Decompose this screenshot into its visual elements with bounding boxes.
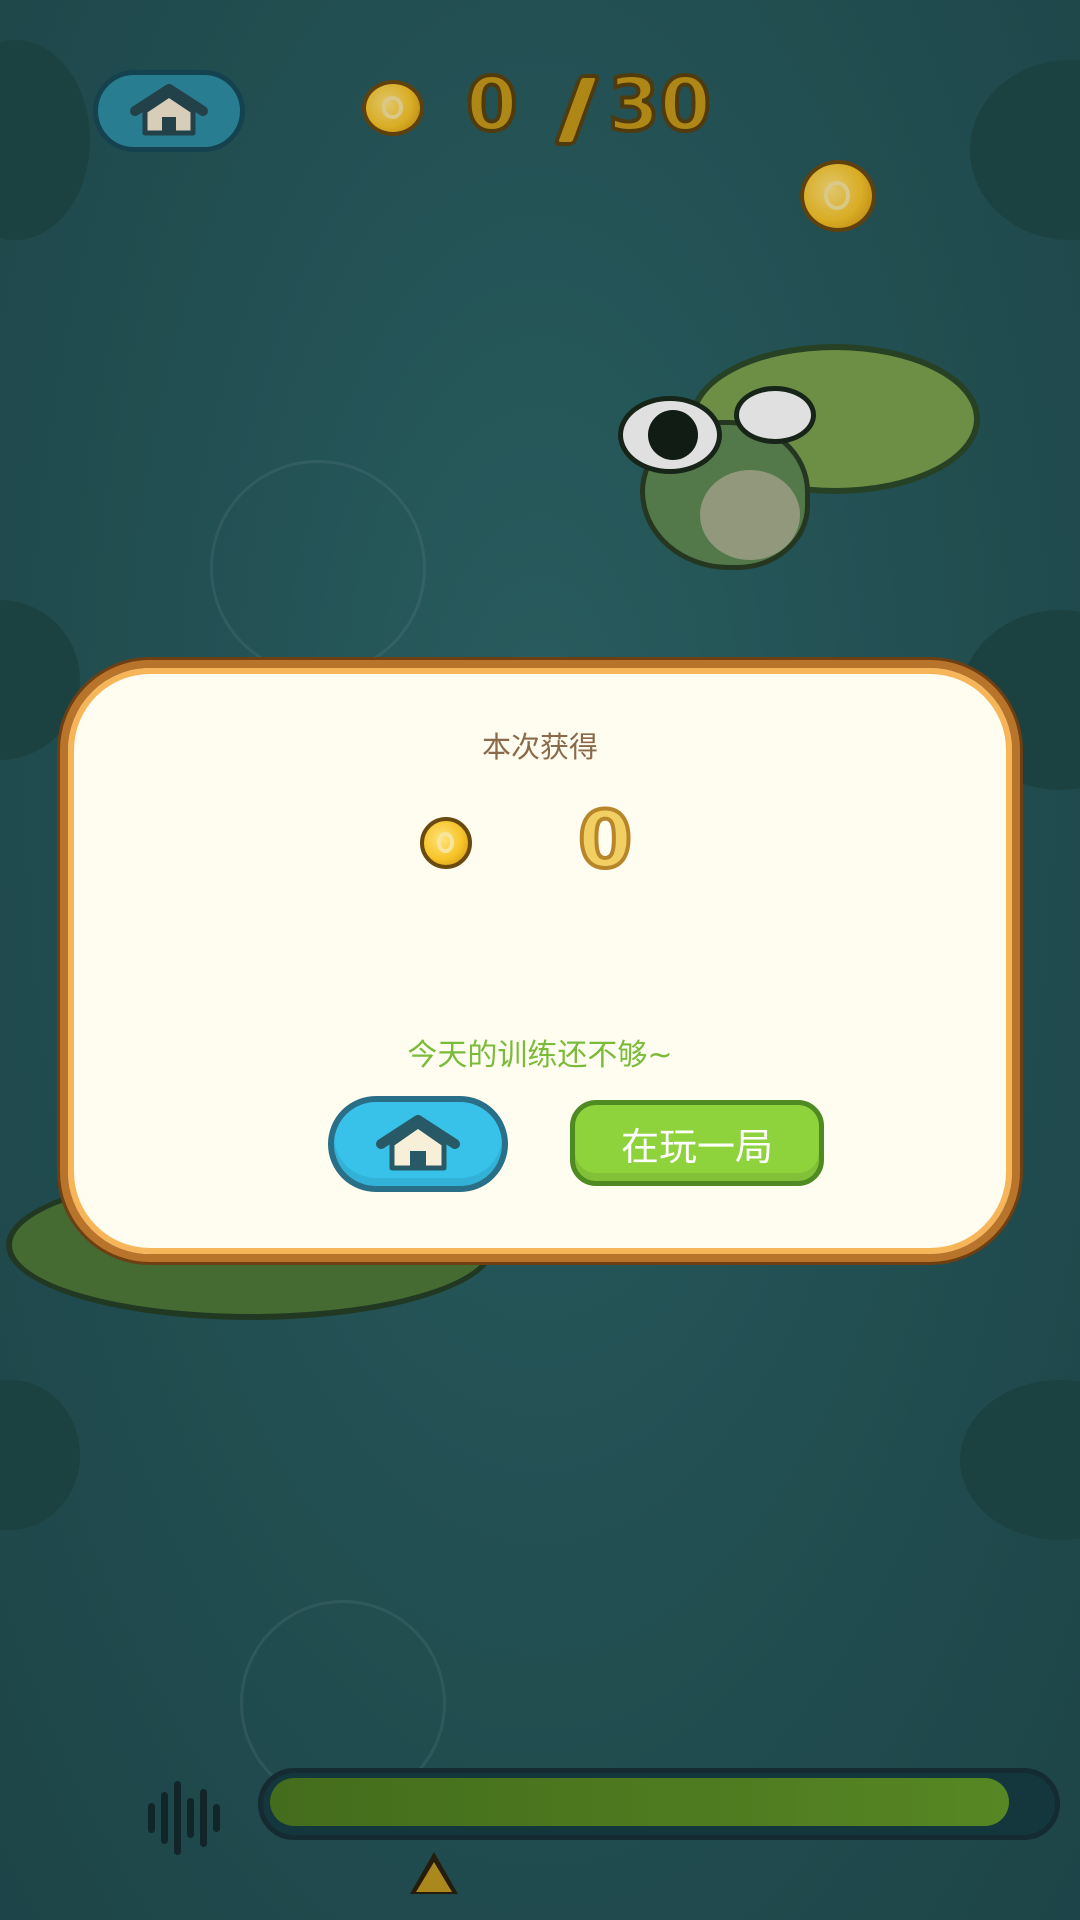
play-again-button[interactable]: 在玩一局 [570,1100,824,1186]
dialog-title: 本次获得 [481,730,598,764]
earned-amount: 0 [576,794,634,888]
dialog-home-button[interactable] [328,1096,508,1192]
coin-icon [420,817,472,869]
play-again-label: 在玩一局 [620,1124,773,1169]
result-message: 今天的训练还不够~ [407,1038,673,1073]
house-icon [376,1115,460,1171]
